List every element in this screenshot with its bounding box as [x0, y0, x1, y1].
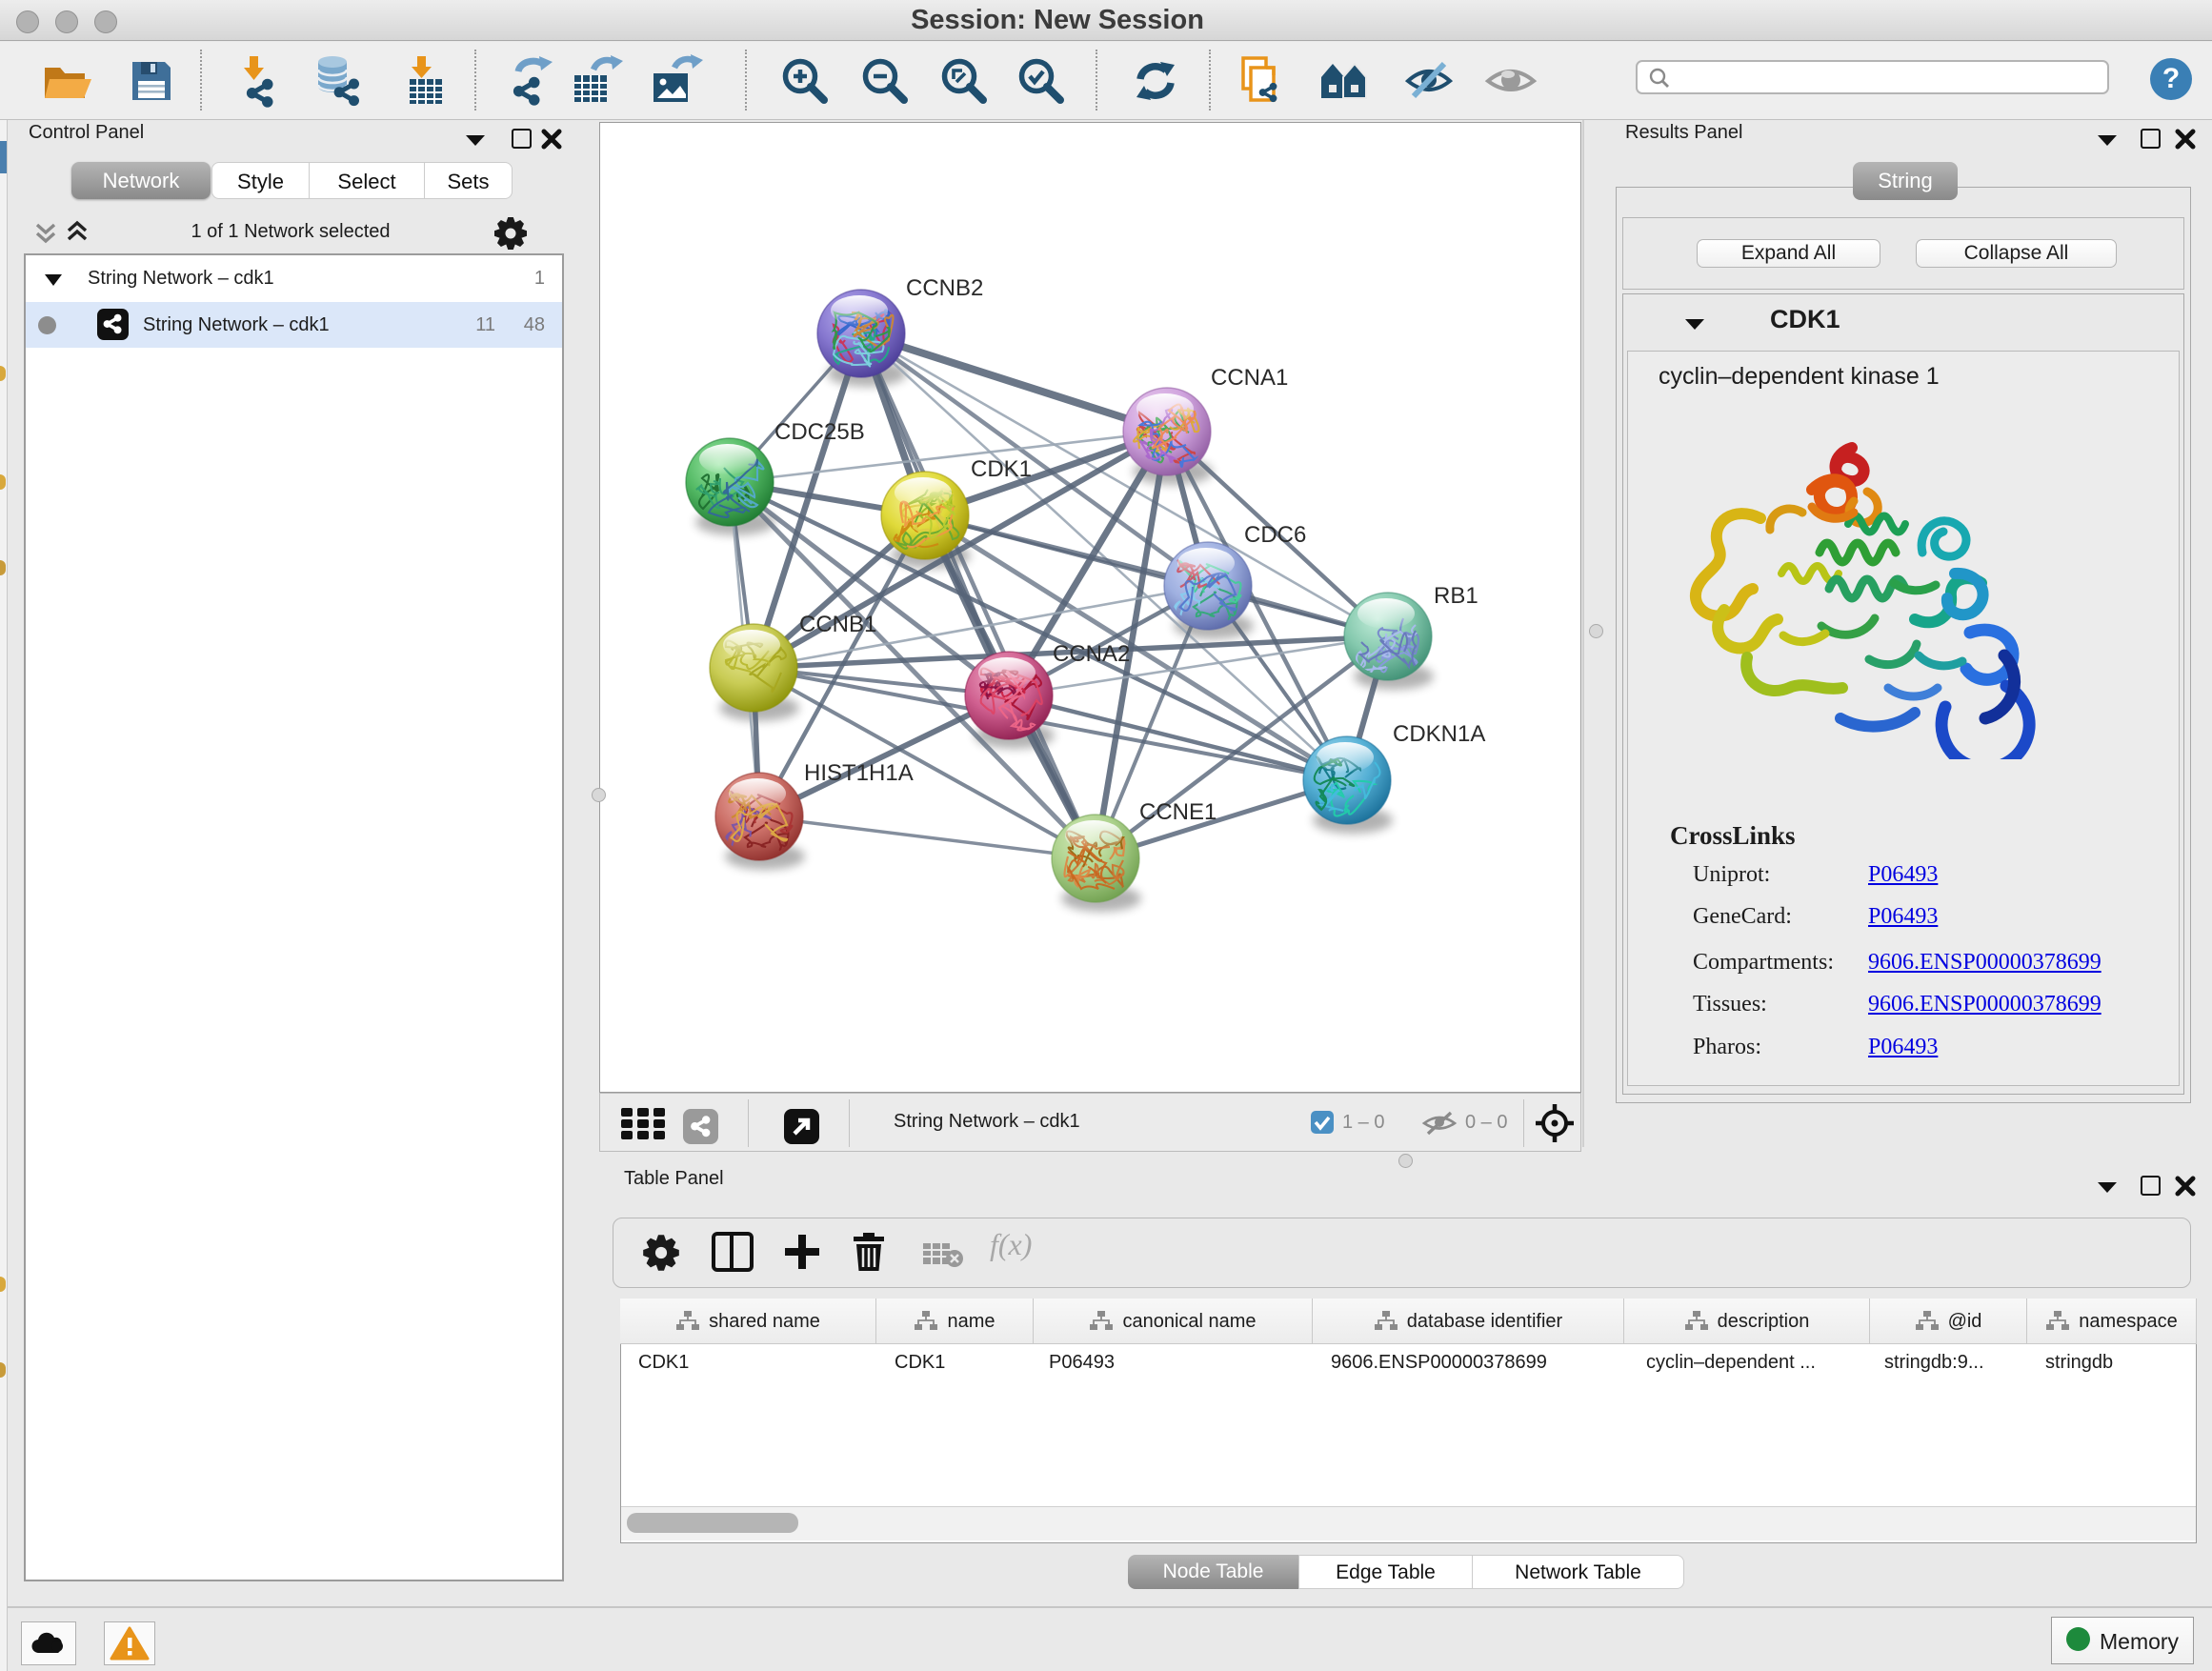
svg-text:CDK1: CDK1 — [971, 456, 1032, 482]
svg-text:CDC6: CDC6 — [1244, 522, 1306, 548]
svg-text:CCNE1: CCNE1 — [1139, 799, 1217, 825]
svg-text:RB1: RB1 — [1434, 583, 1478, 609]
svg-text:HIST1H1A: HIST1H1A — [804, 760, 914, 786]
svg-text:CCNB2: CCNB2 — [906, 275, 983, 301]
svg-text:CDKN1A: CDKN1A — [1393, 721, 1485, 747]
svg-text:CDC25B: CDC25B — [774, 419, 865, 445]
svg-text:CCNA2: CCNA2 — [1053, 641, 1130, 667]
svg-text:CCNB1: CCNB1 — [799, 612, 876, 637]
svg-text:CCNA1: CCNA1 — [1211, 365, 1288, 391]
